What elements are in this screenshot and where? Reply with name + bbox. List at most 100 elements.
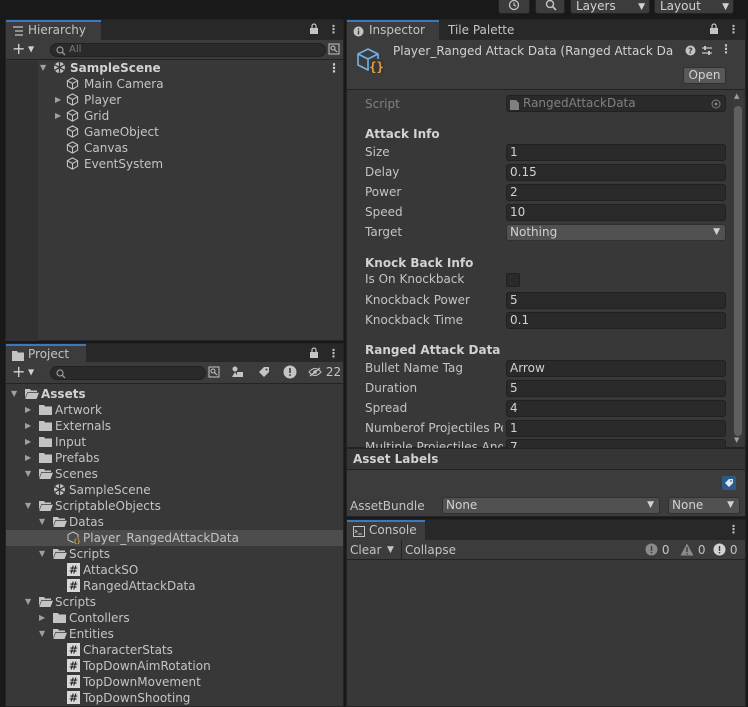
foldout-open-icon[interactable]: ▼ bbox=[25, 498, 35, 514]
project-tree-item[interactable]: ▼ Scripts bbox=[6, 594, 343, 610]
scene-row[interactable]: ▼ SampleScene ⋮ bbox=[6, 60, 343, 76]
asset-bundle-dropdown[interactable]: None ▼ bbox=[442, 497, 660, 514]
lock-icon[interactable] bbox=[709, 23, 719, 37]
project-tree-item[interactable]: ▼ Scripts bbox=[6, 546, 343, 562]
collapse-button[interactable]: Collapse bbox=[405, 540, 456, 560]
hierarchy-item[interactable]: EventSystem bbox=[6, 156, 343, 172]
project-tree-item[interactable]: ▼ Scenes bbox=[6, 466, 343, 482]
hierarchy-item[interactable]: Main Camera bbox=[6, 76, 343, 92]
project-tree-item[interactable]: ▶ Input bbox=[6, 434, 343, 450]
project-tree-item[interactable]: # TopDownShooting bbox=[6, 690, 343, 706]
tab-hierarchy[interactable]: Hierarchy bbox=[6, 20, 101, 40]
scrollbar-thumb[interactable] bbox=[734, 106, 742, 436]
script-field[interactable]: RangedAttackData bbox=[506, 95, 726, 112]
knockback-time-field[interactable]: 0.1 bbox=[506, 312, 726, 329]
tab-tile-palette[interactable]: Tile Palette bbox=[439, 20, 529, 40]
project-tree-item[interactable]: ▶ Prefabs bbox=[6, 450, 343, 466]
foldout-open-icon[interactable]: ▼ bbox=[25, 466, 35, 482]
is-on-knockback-checkbox[interactable] bbox=[506, 273, 520, 287]
add-button[interactable]: + ▼ bbox=[12, 363, 34, 382]
delay-field[interactable]: 0.15 bbox=[506, 164, 726, 181]
project-tree-item[interactable]: # CharacterStats bbox=[6, 642, 343, 658]
project-tree-item[interactable]: # RangedAttackData bbox=[6, 578, 343, 594]
foldout-closed-icon[interactable]: ▶ bbox=[25, 450, 35, 466]
duration-field[interactable]: 5 bbox=[506, 380, 726, 397]
foldout-closed-icon[interactable]: ▶ bbox=[39, 610, 49, 626]
foldout-open-icon[interactable]: ▼ bbox=[39, 514, 49, 530]
label-tag-icon[interactable] bbox=[722, 476, 736, 493]
number-of-projectiles-field[interactable]: 1 bbox=[506, 420, 726, 437]
multiple-projectiles-angle-field[interactable]: 7 bbox=[506, 439, 726, 448]
hidden-packages-toggle[interactable]: 22 bbox=[308, 364, 341, 381]
power-field[interactable]: 2 bbox=[506, 184, 726, 201]
hierarchy-item[interactable]: ▶ Grid bbox=[6, 108, 343, 124]
clear-button[interactable]: Clear bbox=[350, 540, 381, 560]
lock-icon[interactable] bbox=[309, 347, 319, 361]
filter-by-type-icon[interactable] bbox=[231, 366, 244, 381]
kebab-menu-icon[interactable]: ⋮ bbox=[328, 60, 340, 76]
hierarchy-item[interactable]: GameObject bbox=[6, 124, 343, 140]
scroll-down-icon[interactable]: ▼ bbox=[734, 436, 739, 444]
kebab-menu-icon[interactable]: ⋮ bbox=[720, 42, 732, 56]
project-tree-item[interactable]: ▼ ScriptableObjects bbox=[6, 498, 343, 514]
knockback-power-field[interactable]: 5 bbox=[506, 292, 726, 309]
history-button[interactable] bbox=[498, 0, 530, 14]
add-button[interactable]: + ▼ bbox=[12, 40, 34, 59]
foldout-closed-icon[interactable]: ▶ bbox=[55, 92, 65, 108]
speed-field[interactable]: 10 bbox=[506, 204, 726, 221]
foldout-open-icon[interactable]: ▼ bbox=[25, 594, 35, 610]
search-button[interactable] bbox=[535, 0, 565, 14]
lock-icon[interactable] bbox=[309, 23, 319, 37]
kebab-menu-icon[interactable]: ⋮ bbox=[728, 523, 739, 536]
help-icon[interactable]: ? bbox=[685, 45, 696, 59]
layers-dropdown[interactable]: Layers ▼ bbox=[570, 0, 650, 14]
object-picker-icon[interactable] bbox=[711, 98, 721, 113]
bullet-name-tag-field[interactable]: Arrow bbox=[506, 360, 726, 377]
tab-console[interactable]: Console bbox=[347, 520, 425, 540]
warning-filter-toggle[interactable]: 0 bbox=[680, 542, 705, 558]
foldout-open-icon[interactable]: ▼ bbox=[40, 60, 50, 76]
tab-inspector[interactable]: Inspector bbox=[347, 20, 439, 40]
tab-project[interactable]: Project bbox=[6, 344, 86, 364]
project-tree-item[interactable]: ▼ Entities bbox=[6, 626, 343, 642]
project-tree-item[interactable]: ▼ Datas bbox=[6, 514, 343, 530]
search-by-type-icon[interactable] bbox=[208, 366, 220, 381]
kebab-menu-icon[interactable]: ⋮ bbox=[728, 23, 739, 36]
project-tree-item[interactable]: ▶ Artwork bbox=[6, 402, 343, 418]
hierarchy-item[interactable]: ▶ Player bbox=[6, 92, 343, 108]
project-tree-item[interactable]: # TopDownAimRotation bbox=[6, 658, 343, 674]
clear-options-chevron-icon[interactable]: ▼ bbox=[387, 540, 394, 560]
foldout-closed-icon[interactable]: ▶ bbox=[25, 402, 35, 418]
console-log-area[interactable] bbox=[347, 561, 745, 706]
project-tree-item[interactable]: ▶ Contollers bbox=[6, 610, 343, 626]
asset-labels-header[interactable]: Asset Labels bbox=[347, 449, 745, 470]
foldout-closed-icon[interactable]: ▶ bbox=[55, 108, 65, 124]
inspector-scrollbar[interactable]: ▲ ▼ bbox=[733, 92, 743, 446]
hierarchy-search-input[interactable]: All bbox=[50, 43, 326, 57]
layout-dropdown[interactable]: Layout ▼ bbox=[654, 0, 734, 14]
asset-bundle-variant-dropdown[interactable]: None ▼ bbox=[668, 497, 740, 514]
project-tree-item[interactable]: # AttackSO bbox=[6, 562, 343, 578]
foldout-open-icon[interactable]: ▼ bbox=[11, 386, 21, 402]
scroll-up-icon[interactable]: ▲ bbox=[734, 92, 739, 100]
project-tree-item[interactable]: # TopDownMovement bbox=[6, 674, 343, 690]
filter-by-label-icon[interactable] bbox=[258, 366, 270, 381]
foldout-closed-icon[interactable]: ▶ bbox=[25, 434, 35, 450]
error-filter-toggle[interactable]: 0 bbox=[645, 542, 669, 558]
search-by-type-icon[interactable] bbox=[328, 43, 340, 58]
kebab-menu-icon[interactable]: ⋮ bbox=[328, 347, 339, 360]
spread-field[interactable]: 4 bbox=[506, 400, 726, 417]
project-search-input[interactable] bbox=[50, 366, 206, 380]
warning-filter-icon[interactable] bbox=[283, 365, 297, 382]
open-button[interactable]: Open bbox=[683, 67, 726, 84]
project-tree-item[interactable]: {} Player_RangedAttackData bbox=[6, 530, 343, 546]
project-tree-item[interactable]: ▼ Assets bbox=[6, 386, 343, 402]
target-dropdown[interactable]: Nothing ▼ bbox=[506, 224, 726, 241]
presets-icon[interactable] bbox=[701, 45, 713, 59]
hierarchy-item[interactable]: Canvas bbox=[6, 140, 343, 156]
foldout-open-icon[interactable]: ▼ bbox=[39, 546, 49, 562]
foldout-open-icon[interactable]: ▼ bbox=[39, 626, 49, 642]
kebab-menu-icon[interactable]: ⋮ bbox=[328, 23, 339, 36]
project-tree-item[interactable]: SampleScene bbox=[6, 482, 343, 498]
project-tree-item[interactable]: ▶ Externals bbox=[6, 418, 343, 434]
